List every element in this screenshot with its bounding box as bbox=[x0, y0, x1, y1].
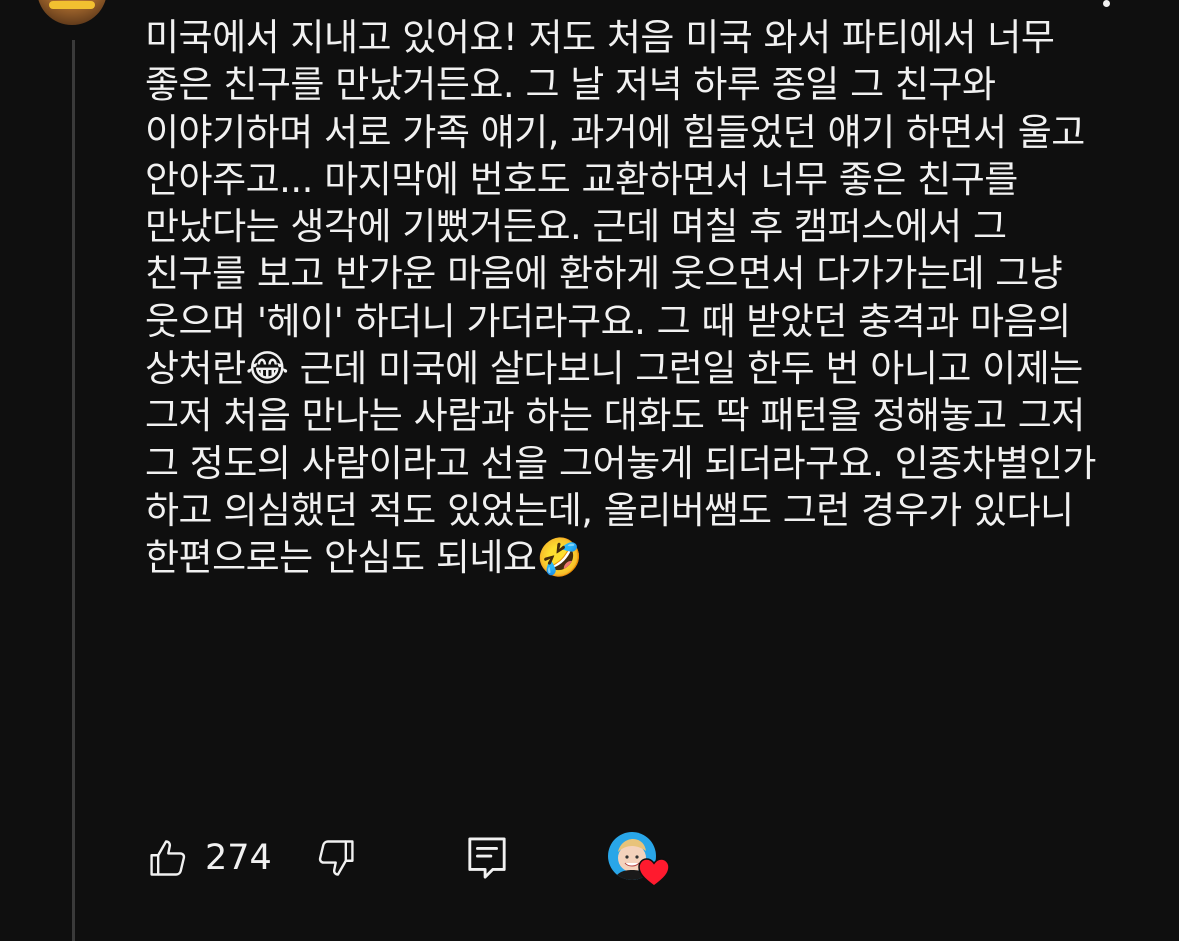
comment-actions: 274 bbox=[145, 830, 705, 887]
avatar-detail bbox=[49, 1, 95, 9]
commenter-avatar[interactable] bbox=[37, 0, 107, 25]
like-count: 274 bbox=[205, 838, 272, 878]
thumbs-down-icon bbox=[318, 840, 354, 876]
comment-text: 미국에서 지내고 있어요! 저도 처음 미국 와서 파티에서 너무 좋은 친구를… bbox=[145, 16, 1108, 580]
reply-comment-icon bbox=[468, 837, 506, 879]
creator-heart-badge bbox=[608, 832, 672, 890]
reply-button[interactable] bbox=[463, 834, 511, 882]
heart-icon bbox=[638, 858, 670, 887]
thumbs-up-icon bbox=[150, 840, 186, 876]
more-options-icon[interactable] bbox=[1103, 0, 1110, 7]
comment-thread: 미국에서 지내고 있어요! 저도 처음 미국 와서 파티에서 너무 좋은 친구를… bbox=[0, 0, 1179, 941]
like-button[interactable] bbox=[145, 834, 193, 882]
dislike-button[interactable] bbox=[311, 834, 359, 882]
thread-line bbox=[72, 40, 75, 941]
